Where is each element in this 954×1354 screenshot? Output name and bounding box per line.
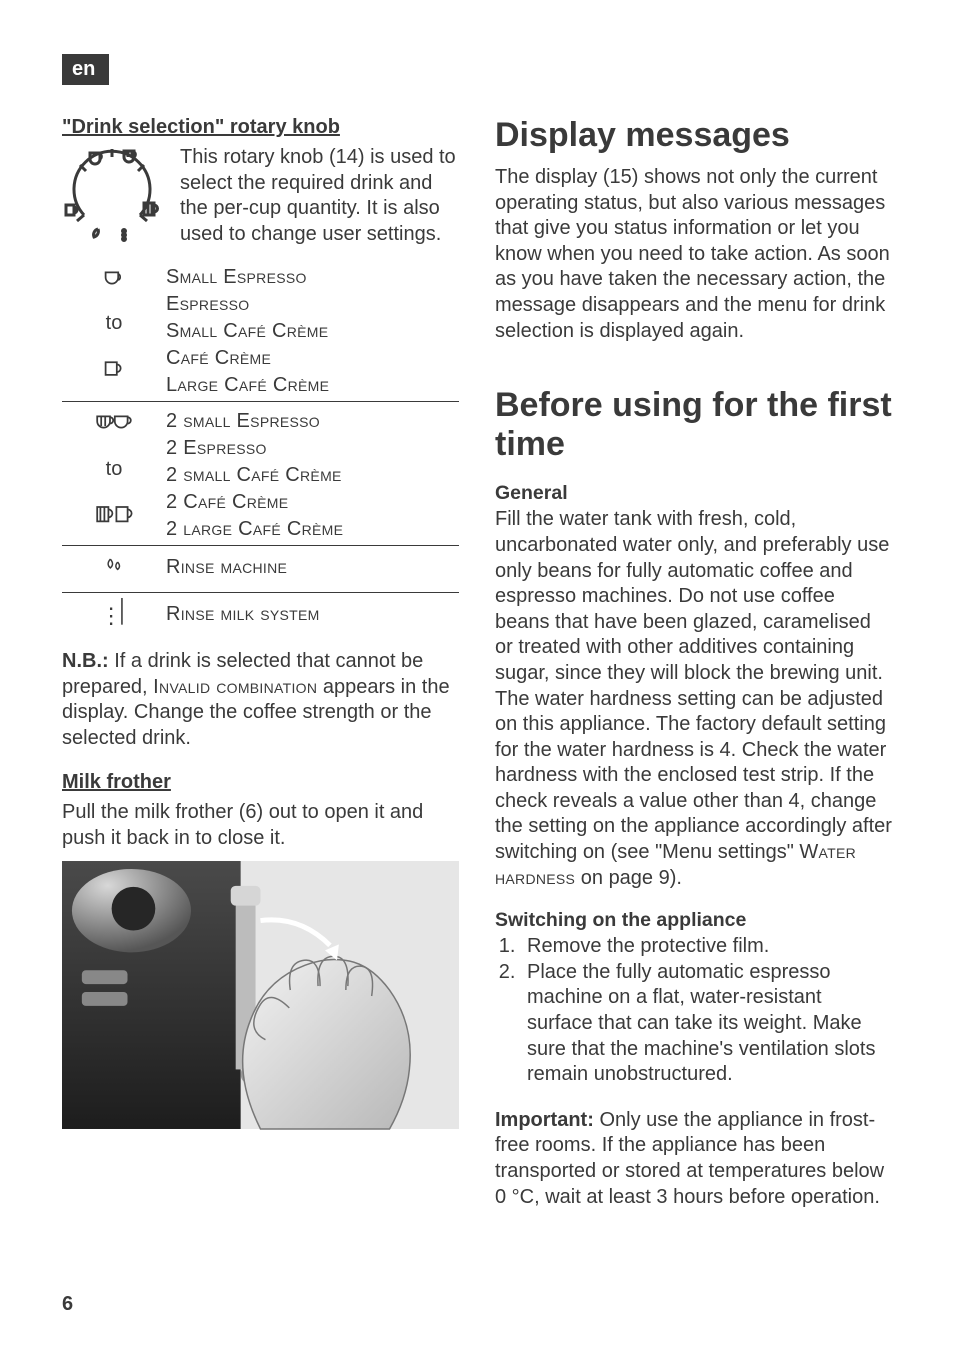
table-row: ⋮│ Rinse milk system: [62, 593, 459, 640]
right-column: Display messages The display (15) shows …: [495, 116, 892, 1210]
drink-table: Small Espresso Espresso Small Café Crème…: [62, 262, 459, 639]
list-item: Remove the protective film.: [521, 934, 892, 960]
single-large-cup-icon: [62, 355, 166, 402]
left-column: "Drink selection" rotary knob: [62, 116, 459, 1210]
important-paragraph: Important: Only use the appliance in fro…: [495, 1108, 892, 1210]
before-using-heading: Before using for the first time: [495, 386, 892, 464]
drink-label: 2 small Café Crème: [166, 462, 459, 489]
drink-label: 2 large Café Crème: [166, 516, 459, 543]
display-messages-heading: Display messages: [495, 116, 892, 155]
double-small-cup-icon: [62, 402, 166, 454]
rotary-knob-icon: [62, 145, 162, 250]
rinse-machine-label: Rinse machine: [166, 546, 459, 593]
drink-label: Espresso: [166, 291, 459, 318]
knob-heading: "Drink selection" rotary knob: [62, 116, 459, 139]
language-tag: en: [62, 54, 109, 85]
general-text-b: on page 9).: [575, 867, 682, 889]
switching-on-heading: Switching on the appliance: [495, 909, 892, 932]
general-heading: General: [495, 482, 892, 505]
drink-label: Café Crème: [166, 345, 459, 372]
rinse-milk-icon: ⋮│: [62, 593, 166, 640]
page-number: 6: [62, 1293, 73, 1316]
drink-label: 2 Espresso: [166, 435, 459, 462]
drink-label: Small Espresso: [166, 264, 459, 291]
knob-intro-text: This rotary knob (14) is used to select …: [180, 145, 459, 247]
milk-frother-text: Pull the milk frother (6) out to open it…: [62, 800, 459, 851]
invalid-combination-text: Invalid combination: [153, 676, 317, 698]
milk-frother-photo: [62, 860, 459, 1130]
drink-label: Small Café Crème: [166, 318, 459, 345]
page-root: en "Drink selection" rotary knob: [0, 0, 954, 1354]
general-paragraph: Fill the water tank with fresh, cold, un…: [495, 507, 892, 891]
drink-label: 2 small Espresso: [166, 408, 459, 435]
knob-description-row: This rotary knob (14) is used to select …: [62, 145, 459, 250]
important-label: Important:: [495, 1109, 594, 1131]
to-label: to: [62, 454, 166, 500]
display-messages-text: The display (15) shows not only the curr…: [495, 165, 892, 344]
table-row: Small Espresso Espresso Small Café Crème…: [62, 262, 459, 308]
list-item: Place the fully automatic espresso machi…: [521, 960, 892, 1088]
nb-paragraph: N.B.: If a drink is selected that cannot…: [62, 649, 459, 751]
single-small-cup-icon: [62, 262, 166, 308]
drink-label: Large Café Crème: [166, 372, 459, 399]
nb-label: N.B.:: [62, 650, 109, 672]
milk-frother-heading: Milk frother: [62, 771, 459, 794]
table-row: Rinse machine: [62, 546, 459, 593]
rinse-drops-icon: [62, 546, 166, 593]
switching-on-list: Remove the protective film. Place the fu…: [495, 934, 892, 1088]
to-label: to: [62, 308, 166, 354]
two-column-layout: "Drink selection" rotary knob: [62, 116, 892, 1210]
double-large-cup-icon: [62, 499, 166, 545]
table-row: 2 small Espresso 2 Espresso 2 small Café…: [62, 402, 459, 454]
general-text-a: Fill the water tank with fresh, cold, un…: [495, 508, 892, 863]
drink-label: 2 Café Crème: [166, 489, 459, 516]
rinse-milk-label: Rinse milk system: [166, 593, 459, 640]
